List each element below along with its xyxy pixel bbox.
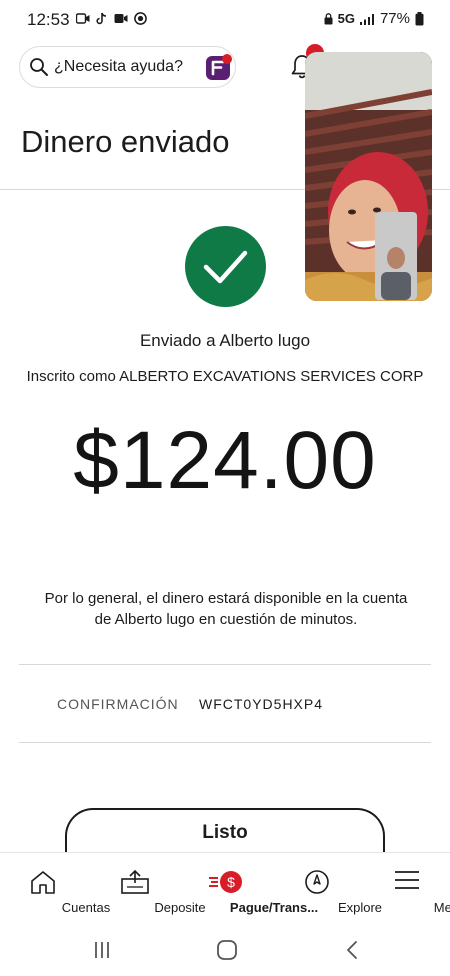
lock-icon: [324, 12, 333, 24]
nav-item-accounts[interactable]: Cuentas: [0, 853, 110, 927]
help-search-bar[interactable]: ¿Necesita ayuda?: [19, 46, 236, 88]
video-call-icon: [76, 13, 90, 24]
section-divider: [19, 742, 431, 743]
battery-icon: [415, 11, 424, 25]
record-icon: [134, 12, 147, 25]
home-icon: [31, 871, 55, 894]
deposit-icon: [121, 869, 149, 894]
nav-item-menu[interactable]: Menú: [364, 853, 450, 927]
confirmation-label: CONFIRMACIÓN: [57, 696, 179, 712]
signal-icon: [359, 13, 374, 25]
done-button-label: Listo: [202, 822, 248, 843]
checkmark-icon: [203, 250, 248, 284]
bottom-nav: Cuentas Deposite $ Pague/Trans... Explor…: [0, 852, 450, 926]
nav-item-explore[interactable]: Explore: [274, 853, 382, 927]
status-notification-icons: [76, 12, 147, 25]
network-type: 5G: [337, 11, 355, 26]
pay-transfer-icon: $: [209, 871, 242, 893]
video-call-self-view[interactable]: [375, 212, 417, 300]
section-divider: [19, 664, 431, 665]
status-bar: 12:53 5G 77%: [0, 0, 450, 40]
sent-amount: $124.00: [73, 415, 377, 506]
confirmation-number: WFCT0YD5HXP4: [199, 696, 324, 712]
battery-percent: 77%: [379, 10, 410, 27]
availability-line-1: Por lo general, el dinero estará disponi…: [44, 590, 408, 607]
availability-message: Por lo general, el dinero estará disponi…: [28, 588, 424, 630]
back-icon[interactable]: [344, 940, 360, 960]
svg-text:$: $: [227, 874, 235, 890]
status-time: 12:53: [27, 10, 70, 29]
tiktok-icon: [96, 12, 107, 25]
assistant-fargo-icon[interactable]: [205, 53, 233, 81]
page-title: Dinero enviado: [21, 124, 230, 159]
nav-label-menu: Menú: [433, 900, 450, 915]
system-nav-bar: [0, 926, 450, 976]
recipient-line: Enviado a Alberto lugo: [139, 331, 311, 350]
search-icon: [30, 58, 48, 76]
status-system-icons: 5G 77%: [324, 10, 424, 27]
availability-line-2: de Alberto lugo en cuestión de minutos.: [94, 611, 358, 628]
nav-item-pay-transfer[interactable]: $ Pague/Trans...: [178, 853, 318, 927]
registered-name-line: Inscrito como ALBERTO EXCAVATIONS SERVIC…: [26, 368, 424, 385]
home-button-icon[interactable]: [216, 939, 238, 961]
nav-item-deposit[interactable]: Deposite: [90, 853, 206, 927]
compass-icon: [305, 870, 329, 894]
video-camera-icon: [114, 14, 128, 23]
help-search-label: ¿Necesita ayuda?: [54, 58, 183, 75]
success-check-badge: [185, 226, 266, 307]
recent-apps-icon[interactable]: [92, 940, 112, 960]
video-call-self-feed: [375, 212, 417, 300]
menu-icon: [395, 871, 419, 889]
